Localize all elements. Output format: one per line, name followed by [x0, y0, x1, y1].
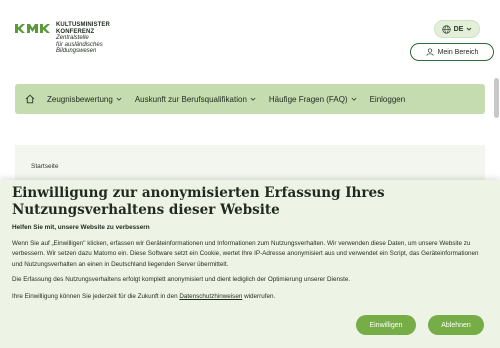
consent-paragraph-3-suffix: widerrufen. [242, 293, 276, 300]
nav-item-zeugnisbewertung[interactable]: Zeugnisbewertung [47, 95, 122, 104]
nav-item-label: Einloggen [369, 94, 406, 104]
logo-line-3: Zentralstelle [56, 35, 89, 42]
kmk-logo-mark [15, 24, 51, 33]
nav-item-berufsqualifikation[interactable]: Auskunft zur Berufsqualifikation [135, 95, 256, 104]
logo-line-4: für ausländisches [56, 41, 103, 48]
nav-item-label: Häufige Fragen (FAQ) [268, 94, 348, 104]
chevron-down-icon [116, 97, 122, 101]
language-code: DE [453, 25, 464, 33]
consent-title: Einwilligung zur anonymisierten Erfassun… [12, 185, 385, 218]
globe-icon [441, 24, 451, 34]
my-area-button[interactable]: Mein Bereich [410, 43, 494, 61]
chevron-down-icon [351, 97, 357, 101]
logo-line-1: KULTUSMINISTER [56, 22, 110, 28]
user-icon [426, 48, 434, 56]
chevron-down-icon [467, 27, 472, 31]
privacy-notice-link[interactable]: Datenschutzhinweisen [179, 293, 242, 300]
language-selector[interactable]: DE [434, 20, 480, 38]
logo-text: KULTUSMINISTER KONFERENZ Zentralstelle f… [56, 22, 110, 55]
nav-item-faq[interactable]: Häufige Fragen (FAQ) [269, 95, 357, 104]
nav-item-einloggen[interactable]: Einloggen [370, 95, 406, 104]
main-navigation: Zeugnisbewertung Auskunft zur Berufsqual… [15, 84, 485, 114]
logo-line-2: KONFERENZ [56, 28, 95, 35]
home-icon[interactable] [25, 94, 35, 104]
nav-item-label: Zeugnisbewertung [47, 94, 113, 104]
my-area-label: Mein Bereich [437, 48, 479, 56]
nav-item-label: Auskunft zur Berufsqualifikation [134, 94, 247, 104]
breadcrumb-home[interactable]: Startseite [31, 163, 58, 170]
consent-paragraph-1: Wenn Sie auf „Einwilligen" klicken, erfa… [12, 240, 479, 268]
consent-paragraph-2: Die Erfassung des Nutzungsverhaltens erf… [12, 276, 351, 283]
kmk-logo[interactable]: KULTUSMINISTER KONFERENZ Zentralstelle f… [15, 22, 110, 55]
consent-paragraph-3: Ihre Einwilligung können Sie jederzeit f… [12, 293, 488, 300]
accept-button[interactable]: Einwilligen [356, 315, 416, 335]
chevron-down-icon [250, 97, 256, 101]
consent-paragraph-3-prefix: Ihre Einwilligung können Sie jederzeit f… [12, 293, 180, 300]
consent-banner: Einwilligung zur anonymisierten Erfassun… [0, 180, 500, 348]
site-header: KULTUSMINISTER KONFERENZ Zentralstelle f… [0, 0, 500, 78]
reject-button[interactable]: Ablehnen [428, 315, 484, 335]
consent-subtitle: Helfen Sie mit, unsere Website zu verbes… [12, 224, 150, 231]
scrollbar-thumb[interactable] [494, 78, 499, 118]
logo-line-5: Bildungswesen [56, 48, 97, 55]
